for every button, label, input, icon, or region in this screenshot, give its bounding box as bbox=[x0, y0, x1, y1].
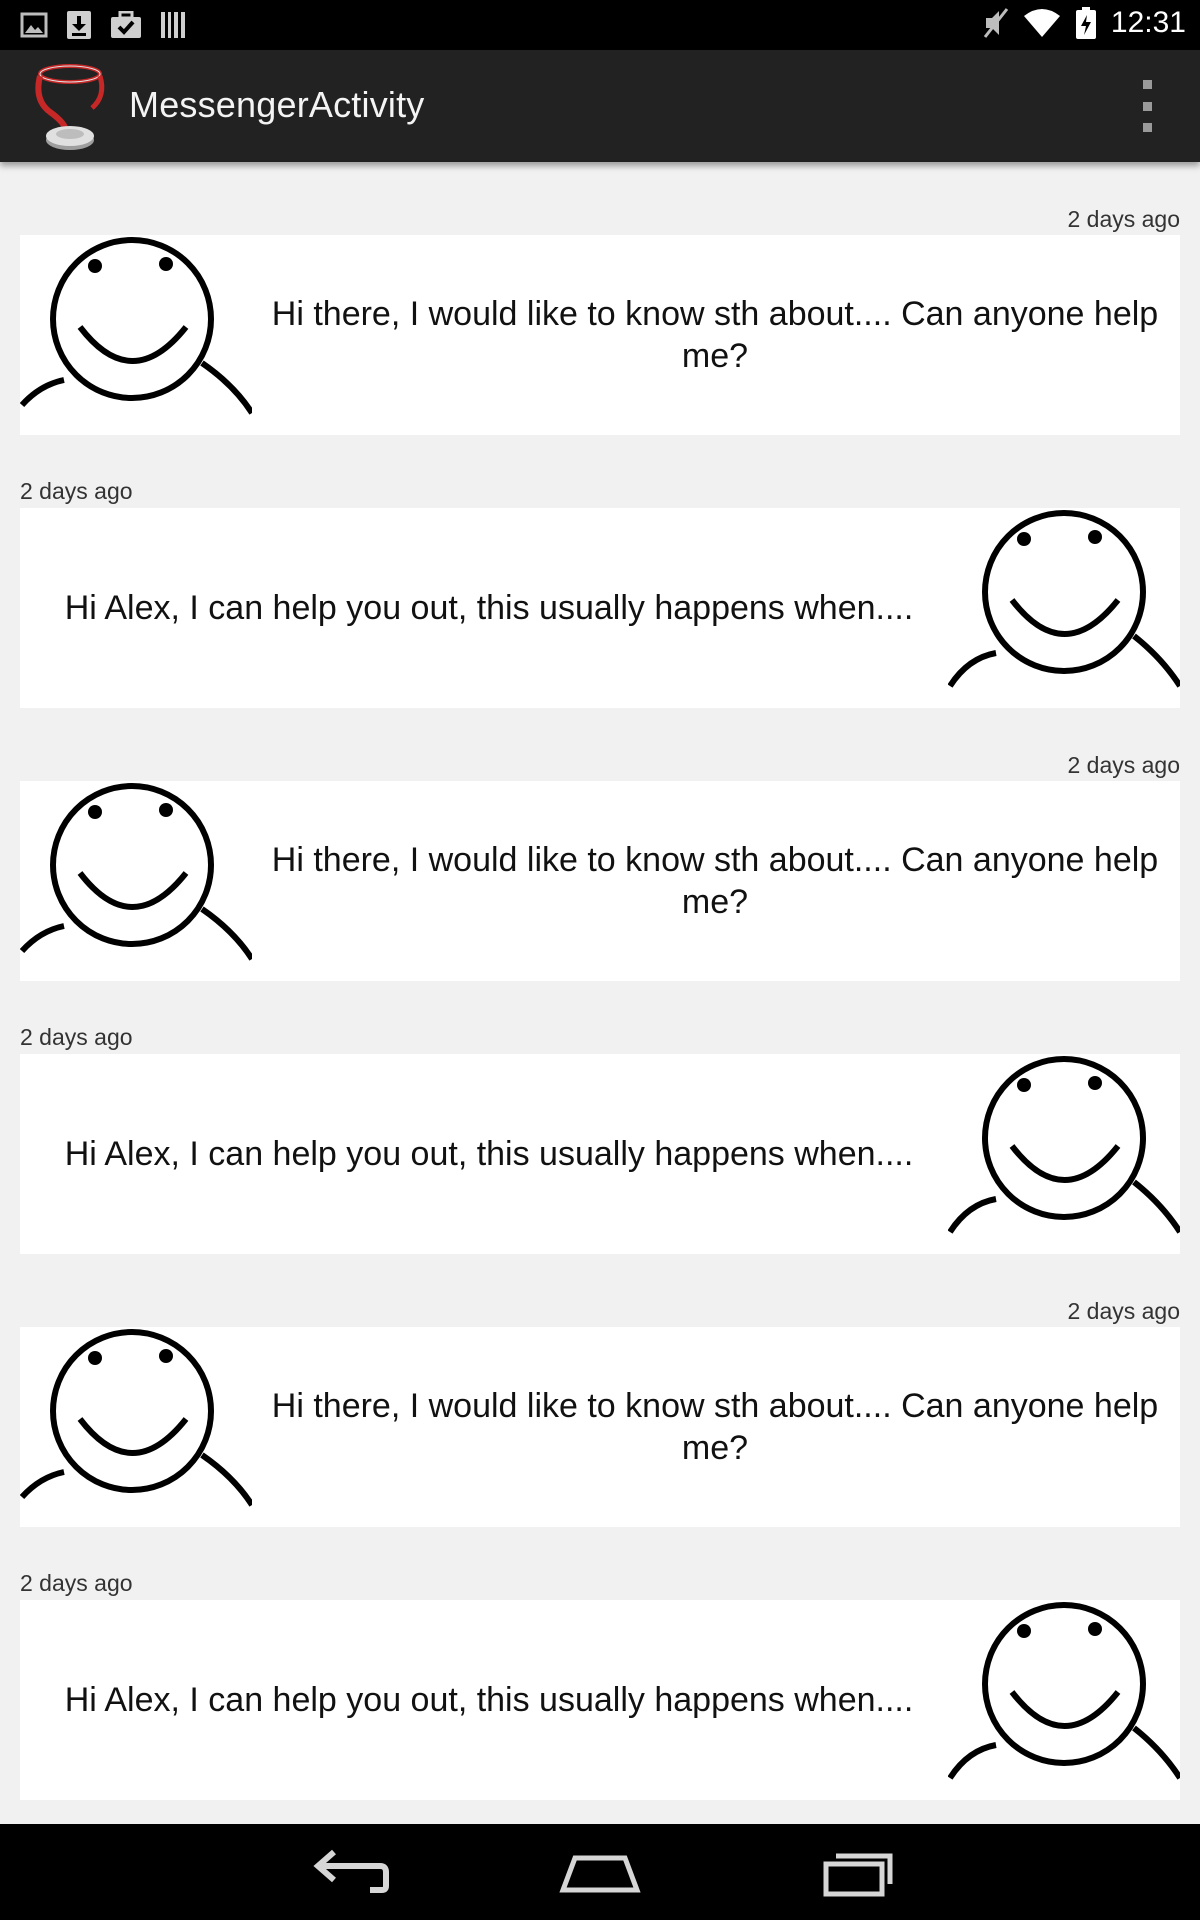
message-bubble[interactable]: Hi Alex, I can help you out, this usuall… bbox=[20, 508, 1180, 708]
overflow-menu-icon bbox=[1142, 80, 1152, 89]
wifi-icon bbox=[1023, 9, 1060, 37]
message-item: 2 days ago Hi Alex, I can help you out, … bbox=[0, 1570, 1200, 1824]
status-time: 12:31 bbox=[1110, 6, 1186, 39]
mute-icon bbox=[983, 8, 1009, 38]
smiley-avatar-icon[interactable] bbox=[20, 781, 252, 981]
download-icon bbox=[67, 11, 91, 39]
message-text: Hi Alex, I can help you out, this usuall… bbox=[64, 1135, 914, 1173]
stethoscope-app-icon[interactable] bbox=[30, 60, 118, 152]
message-timestamp: 2 days ago bbox=[1067, 206, 1180, 232]
status-bar: 12:31 bbox=[0, 0, 1200, 50]
message-item: 2 days ago Hi there, I would like to kno… bbox=[0, 1254, 1200, 1527]
message-item: 2 days ago Hi there, I would like to kno… bbox=[0, 708, 1200, 981]
message-timestamp: 2 days ago bbox=[1067, 752, 1180, 778]
navigation-bar bbox=[0, 1824, 1200, 1920]
barcode-icon bbox=[161, 12, 185, 38]
message-bubble[interactable]: Hi there, I would like to know sth about… bbox=[20, 235, 1180, 435]
gallery-icon bbox=[20, 12, 48, 38]
back-icon[interactable] bbox=[300, 1844, 390, 1900]
message-timestamp: 2 days ago bbox=[1067, 1298, 1180, 1324]
message-item: 2 days ago Hi there, I would like to kno… bbox=[0, 162, 1200, 435]
message-bubble[interactable]: Hi Alex, I can help you out, this usuall… bbox=[20, 1054, 1180, 1254]
message-list[interactable]: 2 days ago Hi there, I would like to kno… bbox=[0, 162, 1200, 1824]
overflow-menu-button[interactable] bbox=[1132, 80, 1162, 132]
message-timestamp: 2 days ago bbox=[20, 1570, 133, 1596]
home-icon[interactable] bbox=[555, 1844, 645, 1900]
message-bubble[interactable]: Hi there, I would like to know sth about… bbox=[20, 1327, 1180, 1527]
smiley-avatar-icon[interactable] bbox=[948, 508, 1180, 708]
system-status: 12:31 bbox=[983, 6, 1186, 40]
smiley-avatar-icon[interactable] bbox=[948, 1600, 1180, 1800]
overflow-menu-icon-dot bbox=[1142, 101, 1152, 111]
overflow-menu-icon-dot bbox=[1142, 123, 1152, 132]
recent-apps-icon[interactable] bbox=[812, 1844, 902, 1900]
smiley-avatar-icon[interactable] bbox=[20, 235, 252, 435]
action-bar: MessengerActivity bbox=[0, 50, 1200, 162]
app-title: MessengerActivity bbox=[129, 84, 425, 125]
message-text: Hi Alex, I can help you out, this usuall… bbox=[64, 589, 914, 627]
message-text: Hi Alex, I can help you out, this usuall… bbox=[64, 1681, 914, 1719]
notification-icons bbox=[20, 10, 186, 40]
message-timestamp: 2 days ago bbox=[20, 1024, 133, 1050]
battery-icon bbox=[1075, 7, 1096, 39]
smiley-avatar-icon[interactable] bbox=[948, 1054, 1180, 1254]
message-text: Hi there, I would like to know sth about… bbox=[271, 841, 1159, 921]
message-text: Hi there, I would like to know sth about… bbox=[271, 1387, 1159, 1467]
message-bubble[interactable]: Hi Alex, I can help you out, this usuall… bbox=[20, 1600, 1180, 1800]
smiley-avatar-icon[interactable] bbox=[20, 1327, 252, 1527]
task-done-icon bbox=[111, 11, 141, 38]
message-text: Hi there, I would like to know sth about… bbox=[271, 295, 1159, 375]
message-timestamp: 2 days ago bbox=[20, 478, 133, 504]
message-bubble[interactable]: Hi there, I would like to know sth about… bbox=[20, 781, 1180, 981]
